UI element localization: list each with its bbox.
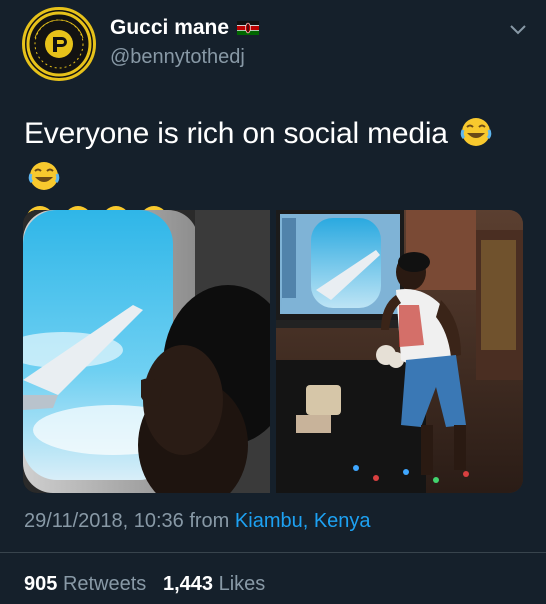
retweets-label: Retweets <box>62 573 147 595</box>
kenya-flag-icon <box>237 21 260 35</box>
timestamp[interactable]: 29/11/2018, 10:36 from <box>24 510 229 532</box>
likes-label: Likes <box>218 573 266 595</box>
likes-stat[interactable]: 1,443 Likes <box>163 573 265 595</box>
laughing-emoji-icon <box>456 117 492 150</box>
display-name-row[interactable]: Gucci mane <box>110 16 260 40</box>
laughing-emoji-icon <box>24 161 60 194</box>
photo-airplane-window[interactable] <box>23 210 270 493</box>
avatar[interactable] <box>22 7 96 81</box>
stats-row: 905 Retweets 1,443 Likes <box>24 573 265 596</box>
tweet-body: Everyone is rich on social media <box>24 117 448 150</box>
user-handle[interactable]: @bennytothedj <box>110 46 245 69</box>
retweets-stat[interactable]: 905 Retweets <box>24 573 146 595</box>
chevron-down-icon[interactable] <box>510 24 526 36</box>
tweet-card: Gucci mane @bennytothedj Everyone is ric… <box>0 0 546 604</box>
location-link[interactable]: Kiambu, Kenya <box>235 510 371 532</box>
display-name[interactable]: Gucci mane <box>110 16 229 40</box>
photo-tv-screen[interactable] <box>276 210 523 493</box>
divider <box>0 552 546 553</box>
media-grid <box>23 210 523 493</box>
retweets-count: 905 <box>24 573 58 595</box>
timestamp-row: 29/11/2018, 10:36 from Kiambu, Kenya <box>24 510 371 533</box>
likes-count: 1,443 <box>162 573 214 595</box>
